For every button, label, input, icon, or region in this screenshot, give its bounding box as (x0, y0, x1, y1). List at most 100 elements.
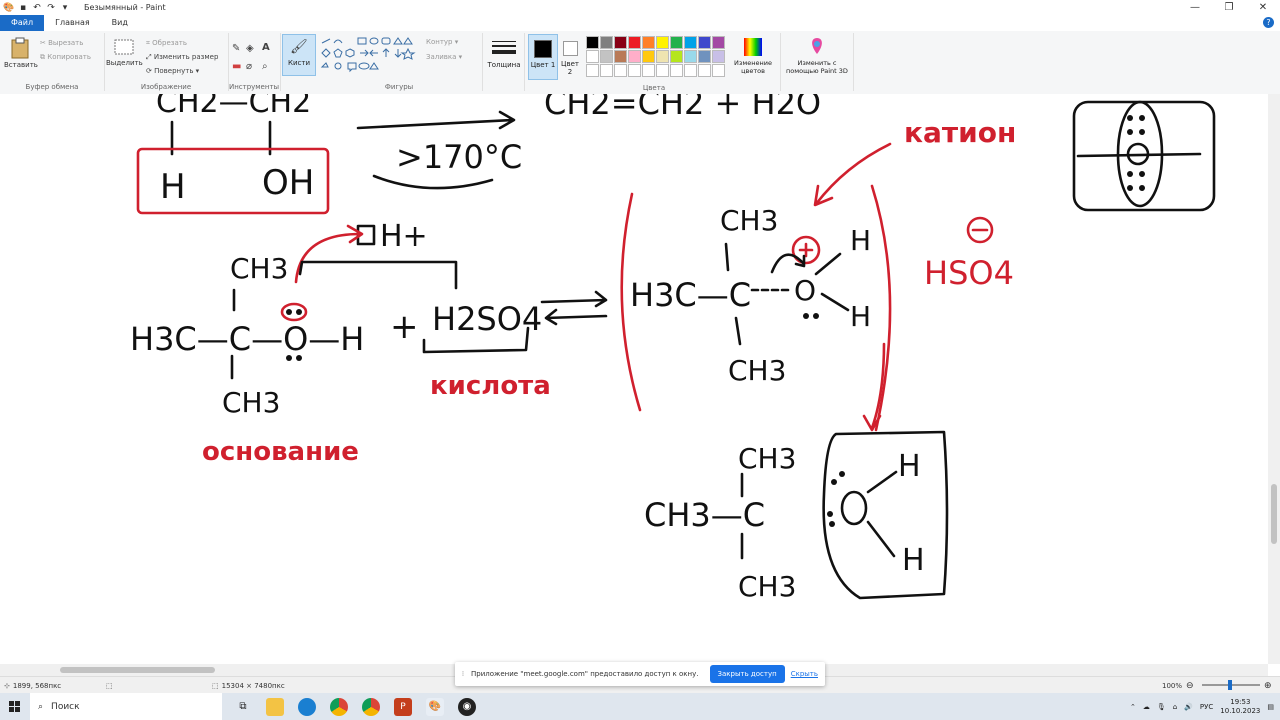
palette-swatch[interactable] (712, 36, 725, 49)
resize-button[interactable]: ⤢ Изменить размер (146, 53, 218, 62)
palette-swatch[interactable] (670, 50, 683, 63)
text-cation-ch3-top: CH3 (720, 204, 778, 237)
palette-swatch[interactable] (656, 50, 669, 63)
search-placeholder: Поиск (51, 701, 80, 712)
palette-swatch[interactable] (642, 36, 655, 49)
paint3d-button[interactable]: Изменить с помощью Paint 3D (780, 33, 854, 91)
palette-swatch[interactable] (712, 64, 725, 77)
text-carbo-ch3-top: CH3 (738, 442, 796, 475)
paint-taskbar-icon[interactable]: 🎨 (426, 697, 444, 716)
file-explorer-icon[interactable] (266, 697, 284, 716)
volume-icon[interactable]: 🔊 (1184, 703, 1193, 711)
color1-button[interactable]: Цвет 1 (528, 34, 558, 80)
chrome-profile-icon[interactable] (362, 697, 380, 716)
maximize-button[interactable]: ❐ (1212, 0, 1246, 15)
palette-swatch[interactable] (684, 64, 697, 77)
powerpoint-icon[interactable]: P (394, 697, 412, 716)
redo-icon[interactable]: ↷ (46, 3, 56, 13)
palette-swatch[interactable] (684, 36, 697, 49)
edge-icon[interactable] (298, 697, 316, 716)
palette-swatch[interactable] (712, 50, 725, 63)
rotate-label: Повернуть (154, 67, 194, 75)
zoom-out-icon[interactable]: ⊖ (1186, 681, 1194, 691)
cut-button[interactable]: ✂ Вырезать (40, 39, 83, 47)
hide-link[interactable]: Скрыть (791, 670, 818, 678)
pencil-icon[interactable]: ✎ (232, 43, 240, 54)
paste-button[interactable]: Вставить (4, 37, 38, 69)
tab-home[interactable]: Главная (44, 15, 101, 31)
network-icon[interactable]: ⌂ (1173, 703, 1177, 711)
notifications-icon[interactable]: ▤ (1267, 703, 1274, 711)
palette-swatch[interactable] (614, 64, 627, 77)
horizontal-scroll-thumb[interactable] (60, 667, 215, 673)
copy-button[interactable]: ⧉ Копировать (40, 53, 91, 62)
fill-dropdown[interactable]: Заливка ▾ (426, 53, 462, 61)
clock[interactable]: 19:53 10.10.2023 (1220, 698, 1260, 716)
palette-swatch[interactable] (670, 36, 683, 49)
tray-chevron-icon[interactable]: ⌃ (1130, 703, 1136, 711)
save-icon[interactable]: ▪ (18, 3, 28, 13)
obs-icon[interactable]: ◉ (458, 697, 476, 716)
edit-colors-button[interactable]: Изменение цветов (730, 33, 776, 91)
magnifier-icon[interactable]: ⌕ (262, 61, 268, 72)
chrome-icon[interactable] (330, 697, 348, 716)
palette-swatch[interactable] (642, 64, 655, 77)
brushes-button[interactable]: 🖌 Кисти (282, 34, 316, 76)
palette-swatch[interactable] (656, 36, 669, 49)
palette-swatch[interactable] (698, 64, 711, 77)
palette-swatch[interactable] (586, 64, 599, 77)
vertical-scrollbar[interactable] (1268, 94, 1280, 664)
palette-swatch[interactable] (684, 50, 697, 63)
drag-handle-icon[interactable]: ⁞ (455, 670, 471, 678)
shapes-gallery[interactable] (320, 37, 420, 77)
microphone-icon[interactable]: 🎙 (1157, 703, 1166, 711)
close-button[interactable]: ✕ (1246, 0, 1280, 15)
size-button[interactable]: Толщина (484, 33, 525, 91)
fill-icon[interactable]: ◈ (246, 43, 254, 54)
start-button[interactable] (0, 693, 30, 720)
palette-swatch[interactable] (600, 64, 613, 77)
taskbar-search[interactable]: ⌕ Поиск (30, 693, 222, 720)
task-view-icon[interactable]: ⧉ (234, 698, 252, 716)
palette-swatch[interactable] (614, 36, 627, 49)
palette-swatch[interactable] (670, 64, 683, 77)
drawing-canvas[interactable]: CH2—CH2 H OH >170°C CH2=CH2 + H2O катион… (0, 94, 1268, 664)
eraser-icon[interactable]: ▬ (232, 61, 241, 72)
palette-swatch[interactable] (614, 50, 627, 63)
rotate-button[interactable]: ⟳ Повернуть ▾ (146, 67, 199, 75)
tab-view[interactable]: Вид (101, 15, 139, 31)
palette-swatch[interactable] (656, 64, 669, 77)
palette-swatch[interactable] (600, 50, 613, 63)
zoom-in-icon[interactable]: ⊕ (1264, 681, 1272, 691)
bond-break-arrow (770, 253, 806, 274)
palette-swatch[interactable] (628, 64, 641, 77)
zoom-slider-knob[interactable] (1228, 680, 1232, 690)
language-indicator[interactable]: РУС (1200, 703, 1213, 711)
outline-dropdown[interactable]: Контур ▾ (426, 38, 458, 46)
help-icon[interactable]: ? (1263, 17, 1274, 28)
select-button[interactable]: Выделить (106, 37, 143, 67)
drawing-svg: CH2—CH2 H OH >170°C CH2=CH2 + H2O катион… (130, 94, 1216, 603)
cation-bond-top (724, 242, 730, 272)
palette-swatch[interactable] (628, 50, 641, 63)
color2-button[interactable]: Цвет 2 (558, 33, 582, 91)
onedrive-icon[interactable]: ☁ (1143, 703, 1150, 711)
brush-icon: 🖌 (290, 39, 308, 55)
vertical-scroll-thumb[interactable] (1271, 484, 1277, 544)
customize-qat-icon[interactable]: ▾ (60, 3, 70, 13)
crop-button[interactable]: ⌗ Обрезать (146, 39, 187, 48)
palette-swatch[interactable] (642, 50, 655, 63)
palette-swatch[interactable] (628, 36, 641, 49)
palette-swatch[interactable] (698, 50, 711, 63)
undo-icon[interactable]: ↶ (32, 3, 42, 13)
palette-swatch[interactable] (600, 36, 613, 49)
text-icon[interactable]: A (262, 42, 270, 53)
minimize-button[interactable]: — (1178, 0, 1212, 15)
tab-file[interactable]: Файл (0, 15, 45, 31)
palette-swatch[interactable] (698, 36, 711, 49)
color-picker-icon[interactable]: ⌀ (246, 61, 252, 72)
palette-swatch[interactable] (586, 36, 599, 49)
stop-sharing-button[interactable]: Закрыть доступ (709, 665, 785, 683)
cursor-position-text: 1899, 568пкс (12, 681, 62, 690)
palette-swatch[interactable] (586, 50, 599, 63)
